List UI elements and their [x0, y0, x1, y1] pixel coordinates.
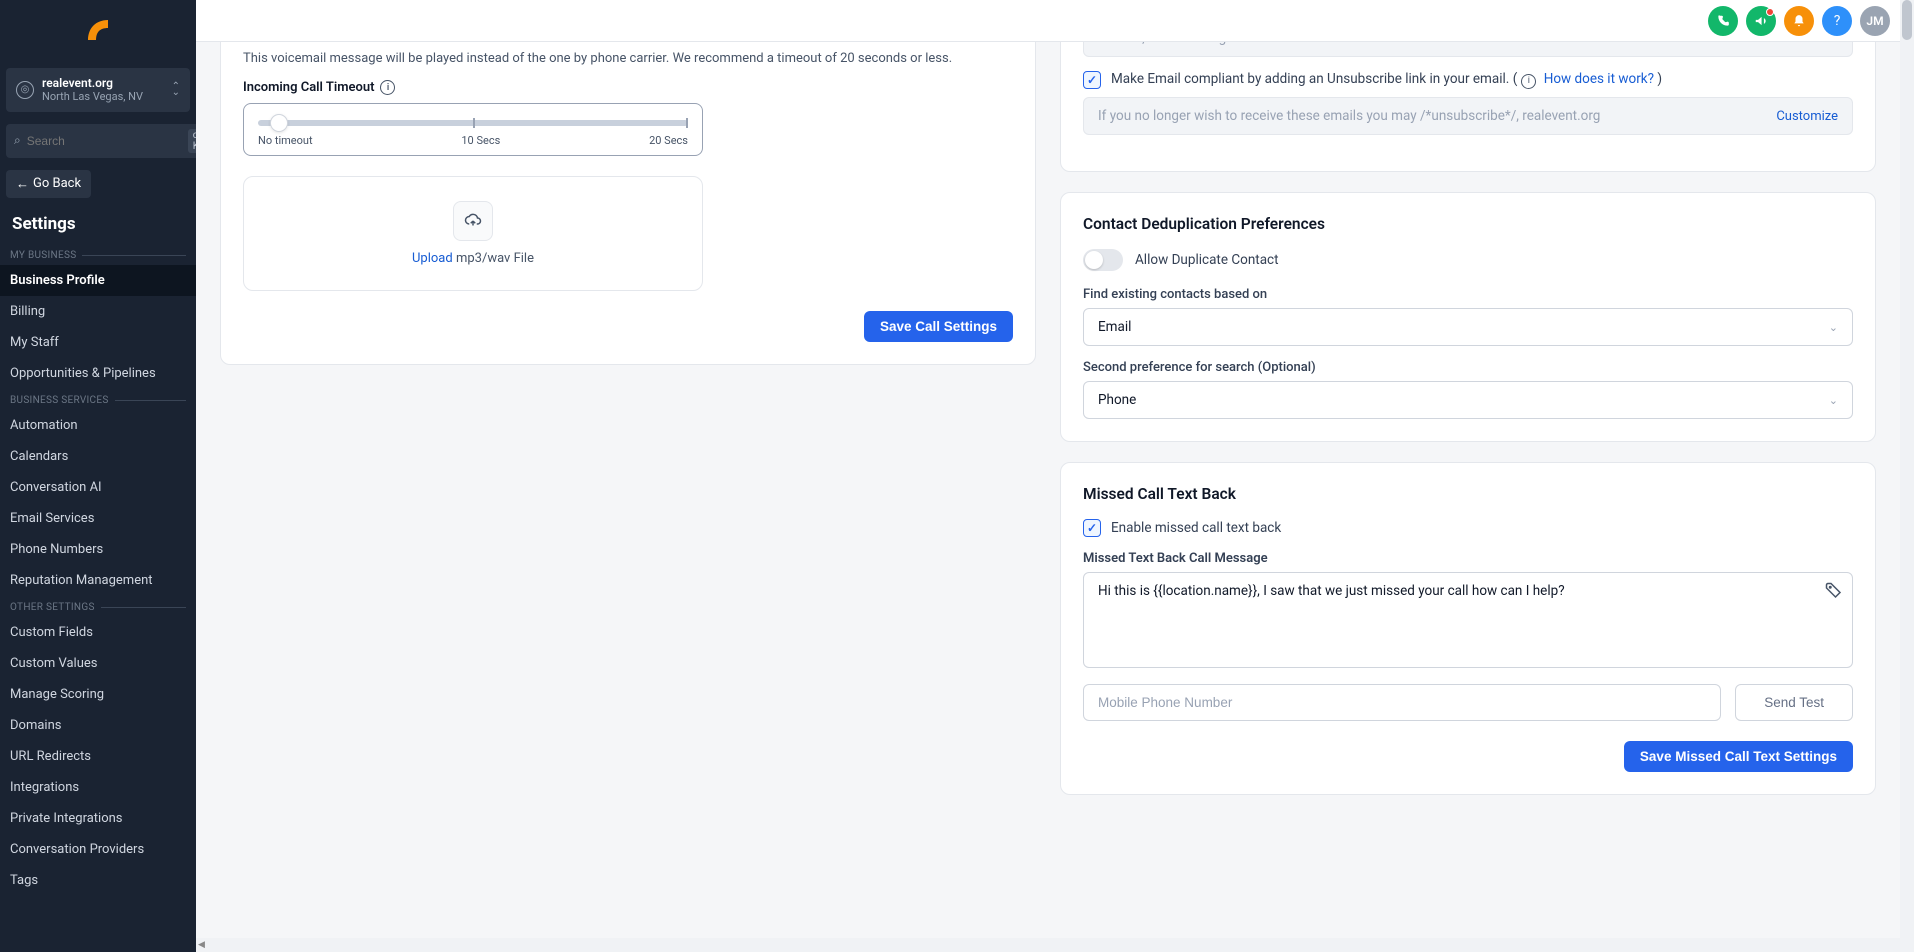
send-test-button[interactable]: Send Test — [1735, 684, 1853, 721]
customize-link-2[interactable]: Customize — [1776, 109, 1838, 124]
nav-item-custom-fields[interactable]: Custom Fields — [0, 617, 196, 648]
horizontal-scrollbar[interactable]: ◀ — [196, 938, 1900, 952]
enable-missed-call-checkbox[interactable] — [1083, 519, 1101, 537]
nav-item-phone-numbers[interactable]: Phone Numbers — [0, 534, 196, 565]
user-icon: ◎ — [16, 81, 34, 99]
missed-call-panel: Missed Call Text Back Enable missed call… — [1060, 462, 1876, 795]
dedup-panel: Contact Deduplication Preferences Allow … — [1060, 192, 1876, 442]
second-pref-label: Second preference for search (Optional) — [1083, 360, 1853, 375]
nav-item-custom-values[interactable]: Custom Values — [0, 648, 196, 679]
how-does-it-work-link[interactable]: How does it work? — [1544, 71, 1654, 87]
upload-text: Upload mp3/wav File — [412, 251, 534, 266]
nav-item-url-redirects[interactable]: URL Redirects — [0, 741, 196, 772]
go-back-button[interactable]: ← Go Back — [6, 170, 91, 198]
bell-icon[interactable] — [1784, 6, 1814, 36]
avatar[interactable]: JM — [1860, 6, 1890, 36]
nav-item-domains[interactable]: Domains — [0, 710, 196, 741]
nav-item-private-integrations[interactable]: Private Integrations — [0, 803, 196, 834]
chevron-down-icon: ⌄ — [1829, 394, 1838, 407]
help-icon[interactable]: ? — [1822, 6, 1852, 36]
info-icon[interactable]: i — [380, 80, 395, 95]
allow-duplicate-toggle[interactable] — [1083, 249, 1123, 271]
tag-icon[interactable] — [1825, 582, 1843, 600]
mobile-phone-input[interactable] — [1083, 684, 1721, 721]
allow-duplicate-label: Allow Duplicate Contact — [1135, 252, 1279, 268]
topbar: ? JM — [196, 0, 1900, 42]
chevron-down-icon: ⌄ — [1829, 321, 1838, 334]
nav-item-tags[interactable]: Tags — [0, 865, 196, 896]
enable-missed-call-label: Enable missed call text back — [1111, 520, 1281, 536]
announce-icon[interactable] — [1746, 6, 1776, 36]
nav-item-reputation-management[interactable]: Reputation Management — [0, 565, 196, 596]
unsubscribe-label: Make Email compliant by adding an Unsubs… — [1111, 71, 1662, 89]
find-existing-label: Find existing contacts based on — [1083, 287, 1853, 302]
location-switcher[interactable]: ◎ realevent.org North Las Vegas, NV ⌃⌄ — [6, 68, 190, 112]
upload-box[interactable]: Upload mp3/wav File — [243, 176, 703, 291]
main-content: This voicemail message will be played in… — [196, 42, 1900, 952]
location-sub: North Las Vegas, NV — [42, 90, 164, 103]
find-existing-select[interactable]: Email ⌄ — [1083, 308, 1853, 346]
nav-item-integrations[interactable]: Integrations — [0, 772, 196, 803]
second-pref-select[interactable]: Phone ⌄ — [1083, 381, 1853, 419]
nav-section-label: BUSINESS SERVICES — [0, 389, 196, 410]
search-icon: ⌕ — [14, 133, 21, 148]
missed-msg-label: Missed Text Back Call Message — [1083, 551, 1853, 566]
nav-item-automation[interactable]: Automation — [0, 410, 196, 441]
chevron-updown-icon: ⌃⌄ — [172, 84, 180, 96]
missed-call-title: Missed Call Text Back — [1083, 485, 1853, 503]
nav-item-billing[interactable]: Billing — [0, 296, 196, 327]
call-settings-panel: This voicemail message will be played in… — [220, 42, 1036, 365]
nav-item-my-staff[interactable]: My Staff — [0, 327, 196, 358]
logo — [0, 0, 196, 60]
nav-section-label: OTHER SETTINGS — [0, 596, 196, 617]
info-icon[interactable]: i — [1521, 74, 1536, 89]
nav-item-calendars[interactable]: Calendars — [0, 441, 196, 472]
save-call-settings-button[interactable]: Save Call Settings — [864, 311, 1013, 342]
save-missed-call-button[interactable]: Save Missed Call Text Settings — [1624, 741, 1853, 772]
nav-item-conversation-providers[interactable]: Conversation Providers — [0, 834, 196, 865]
location-name: realevent.org — [42, 76, 164, 90]
nav-item-manage-scoring[interactable]: Manage Scoring — [0, 679, 196, 710]
phone-icon[interactable] — [1708, 6, 1738, 36]
missed-msg-textarea[interactable]: Hi this is {{location.name}}, I saw that… — [1083, 572, 1853, 668]
sender-footer-field: Thanks, realevent.org Customize — [1083, 42, 1853, 57]
upload-icon — [453, 201, 493, 241]
nav-item-business-profile[interactable]: Business Profile — [0, 265, 196, 296]
dedup-title: Contact Deduplication Preferences — [1083, 215, 1853, 233]
unsubscribe-checkbox[interactable] — [1083, 71, 1101, 89]
nav-item-email-services[interactable]: Email Services — [0, 503, 196, 534]
search-input[interactable]: ⌕ ctrl K — [6, 124, 220, 158]
nav-item-opportunities-pipelines[interactable]: Opportunities & Pipelines — [0, 358, 196, 389]
unsubscribe-text-field: If you no longer wish to receive these e… — [1083, 97, 1853, 135]
sidebar: ◎ realevent.org North Las Vegas, NV ⌃⌄ ⌕… — [0, 0, 196, 952]
email-compliance-panel: Thanks, realevent.org Customize Make Ema… — [1060, 42, 1876, 172]
timeout-slider[interactable]: No timeout 10 Secs 20 Secs — [243, 103, 703, 156]
slider-thumb[interactable] — [270, 114, 288, 132]
arrow-left-icon: ← — [16, 176, 29, 192]
voicemail-help: This voicemail message will be played in… — [243, 51, 1013, 66]
settings-heading: Settings — [0, 208, 196, 244]
customize-link-1[interactable]: Customize — [1776, 42, 1838, 46]
vertical-scrollbar[interactable] — [1900, 0, 1914, 952]
nav-section-label: MY BUSINESS — [0, 244, 196, 265]
nav-item-conversation-ai[interactable]: Conversation AI — [0, 472, 196, 503]
timeout-label: Incoming Call Timeout i — [243, 80, 1013, 95]
